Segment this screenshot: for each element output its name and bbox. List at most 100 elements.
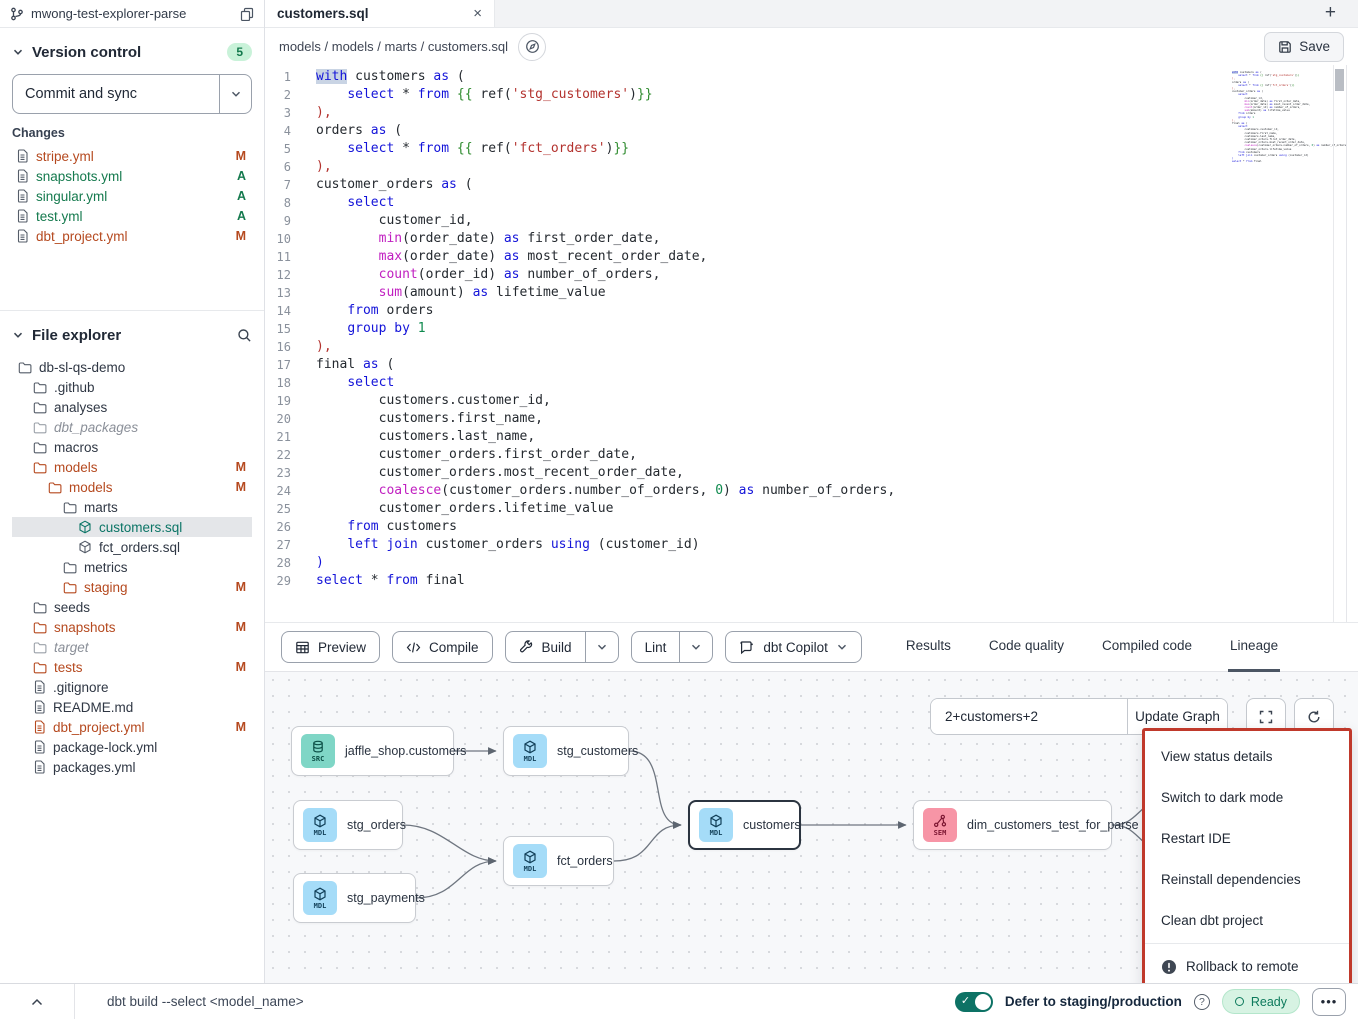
code-line[interactable]: 25 customer_orders.lifetime_value <box>265 500 1226 518</box>
code-line[interactable]: 18 select <box>265 374 1226 392</box>
tree-item-dbt-project-yml[interactable]: dbt_project.ymlM <box>12 717 252 737</box>
code-line[interactable]: 21 customers.last_name, <box>265 428 1226 446</box>
code-line[interactable]: 2 select * from {{ ref('stg_customers')}… <box>265 86 1226 104</box>
code-line[interactable]: 1with customers as ( <box>265 68 1226 86</box>
lint-options-caret[interactable] <box>679 632 712 662</box>
build-options-caret[interactable] <box>585 632 618 662</box>
tree-item-package-lock-yml[interactable]: package-lock.yml <box>12 737 252 757</box>
help-icon[interactable]: ? <box>1194 994 1210 1010</box>
tab-customers-sql[interactable]: customers.sql × <box>265 0 495 27</box>
chevron-down-icon[interactable] <box>12 46 24 58</box>
menu-item-clean-dbt-project[interactable]: Clean dbt project <box>1145 900 1349 941</box>
tab-compiled-code[interactable]: Compiled code <box>1100 622 1194 672</box>
tree-item-db-sl-qs-demo[interactable]: db-sl-qs-demo <box>12 357 252 377</box>
chevron-down-icon[interactable] <box>12 329 24 341</box>
tree-item-macros[interactable]: macros <box>12 437 252 457</box>
code-line[interactable]: 23 customer_orders.most_recent_order_dat… <box>265 464 1226 482</box>
change-row[interactable]: snapshots.ymlA <box>12 166 252 186</box>
new-tab-button[interactable]: + <box>1325 2 1336 24</box>
compile-button[interactable]: Compile <box>392 631 493 663</box>
editor-scrollbar[interactable] <box>1333 65 1346 622</box>
code-line[interactable]: 26 from customers <box>265 518 1226 536</box>
copy-icon[interactable] <box>240 7 254 21</box>
code-line[interactable]: 24 coalesce(customer_orders.number_of_or… <box>265 482 1226 500</box>
preview-button[interactable]: Preview <box>281 631 380 663</box>
tree-item-staging[interactable]: stagingM <box>12 577 252 597</box>
build-button[interactable]: Build <box>506 632 585 662</box>
tree-item-analyses[interactable]: analyses <box>12 397 252 417</box>
menu-item-view-status-details[interactable]: View status details <box>1145 736 1349 777</box>
code-line[interactable]: 13 sum(amount) as lifetime_value <box>265 284 1226 302</box>
code-line[interactable]: 14 from orders <box>265 302 1226 320</box>
lineage-node-stg_orders[interactable]: MDLstg_orders <box>293 800 403 850</box>
code-line[interactable]: 20 customers.first_name, <box>265 410 1226 428</box>
menu-item-rollback-to-remote[interactable]: Rollback to remote <box>1145 946 1349 983</box>
tree-item-target[interactable]: target <box>12 637 252 657</box>
tree-item-snapshots[interactable]: snapshotsM <box>12 617 252 637</box>
commit-and-sync-button[interactable]: Commit and sync <box>12 74 252 114</box>
lineage-node-customers[interactable]: MDLcustomers <box>688 800 801 850</box>
code-line[interactable]: 19 customers.customer_id, <box>265 392 1226 410</box>
lineage-node-stg_payments[interactable]: MDLstg_payments <box>293 873 416 923</box>
defer-toggle[interactable]: ✓ <box>955 992 993 1012</box>
tree-item--gitignore[interactable]: .gitignore <box>12 677 252 697</box>
tree-item-packages-yml[interactable]: packages.yml <box>12 757 252 777</box>
code-line[interactable]: 7customer_orders as ( <box>265 176 1226 194</box>
code-line[interactable]: 9 customer_id, <box>265 212 1226 230</box>
code-line[interactable]: 16), <box>265 338 1226 356</box>
scrollbar-thumb[interactable] <box>1335 69 1344 91</box>
tree-item-models[interactable]: modelsM <box>12 457 252 477</box>
lint-button[interactable]: Lint <box>632 632 680 662</box>
more-options-button[interactable]: ••• <box>1312 988 1346 1016</box>
commit-options-caret[interactable] <box>219 75 251 113</box>
code-line[interactable]: 11 max(order_date) as most_recent_order_… <box>265 248 1226 266</box>
change-row[interactable]: singular.ymlA <box>12 186 252 206</box>
code-line[interactable]: 27 left join customer_orders using (cust… <box>265 536 1226 554</box>
code-line[interactable]: 29select * from final <box>265 572 1226 590</box>
change-row[interactable]: test.ymlA <box>12 206 252 226</box>
tree-item-models[interactable]: modelsM <box>12 477 252 497</box>
tree-item-tests[interactable]: testsM <box>12 657 252 677</box>
code-line[interactable]: 4orders as ( <box>265 122 1226 140</box>
save-button[interactable]: Save <box>1264 32 1344 62</box>
code-line[interactable]: 12 count(order_id) as number_of_orders, <box>265 266 1226 284</box>
tree-item--github[interactable]: .github <box>12 377 252 397</box>
lineage-node-stg_customers[interactable]: MDLstg_customers <box>503 726 629 776</box>
code-editor[interactable]: 1with customers as (2 select * from {{ r… <box>265 65 1347 622</box>
collapse-command-bar-button[interactable] <box>0 984 75 1019</box>
lineage-node-jaffle_shop_customers[interactable]: SRCjaffle_shop.customers <box>291 726 454 776</box>
close-tab-icon[interactable]: × <box>473 5 482 22</box>
menu-item-restart-ide[interactable]: Restart IDE <box>1145 818 1349 859</box>
tree-item-metrics[interactable]: metrics <box>12 557 252 577</box>
code-line[interactable]: 28) <box>265 554 1226 572</box>
change-row[interactable]: stripe.ymlM <box>12 146 252 166</box>
lineage-filter-input[interactable] <box>931 699 1127 734</box>
minimap[interactable]: with customers as ( select * from {{ ref… <box>1232 71 1302 163</box>
tree-item-fct-orders-sql[interactable]: fct_orders.sql <box>12 537 252 557</box>
code-line[interactable]: 8 select <box>265 194 1226 212</box>
menu-item-switch-to-dark-mode[interactable]: Switch to dark mode <box>1145 777 1349 818</box>
code-line[interactable]: 3), <box>265 104 1226 122</box>
compass-icon[interactable] <box>518 33 546 61</box>
lineage-node-dim_customers_test_for_parse[interactable]: SEMdim_customers_test_for_parse <box>913 800 1112 850</box>
code-line[interactable]: 17final as ( <box>265 356 1226 374</box>
tree-item-dbt-packages[interactable]: dbt_packages <box>12 417 252 437</box>
code-line[interactable]: 15 group by 1 <box>265 320 1226 338</box>
tree-item-readme-md[interactable]: README.md <box>12 697 252 717</box>
command-input[interactable]: dbt build --select <model_name> <box>107 994 955 1009</box>
menu-item-reinstall-dependencies[interactable]: Reinstall dependencies <box>1145 859 1349 900</box>
code-line[interactable]: 10 min(order_date) as first_order_date, <box>265 230 1226 248</box>
tab-results[interactable]: Results <box>904 622 953 672</box>
lineage-canvas[interactable]: SRCjaffle_shop.customers MDLstg_customers… <box>265 672 1358 983</box>
lineage-node-fct_orders[interactable]: MDLfct_orders <box>503 836 614 886</box>
search-icon[interactable] <box>237 328 252 343</box>
code-line[interactable]: 5 select * from {{ ref('fct_orders')}} <box>265 140 1226 158</box>
change-row[interactable]: dbt_project.ymlM <box>12 226 252 246</box>
code-line[interactable]: 6), <box>265 158 1226 176</box>
tab-code-quality[interactable]: Code quality <box>987 622 1066 672</box>
tab-lineage[interactable]: Lineage <box>1228 622 1280 672</box>
tree-item-marts[interactable]: marts <box>12 497 252 517</box>
code-line[interactable]: 22 customer_orders.first_order_date, <box>265 446 1226 464</box>
tree-item-seeds[interactable]: seeds <box>12 597 252 617</box>
tree-item-customers-sql[interactable]: customers.sql <box>12 517 252 537</box>
